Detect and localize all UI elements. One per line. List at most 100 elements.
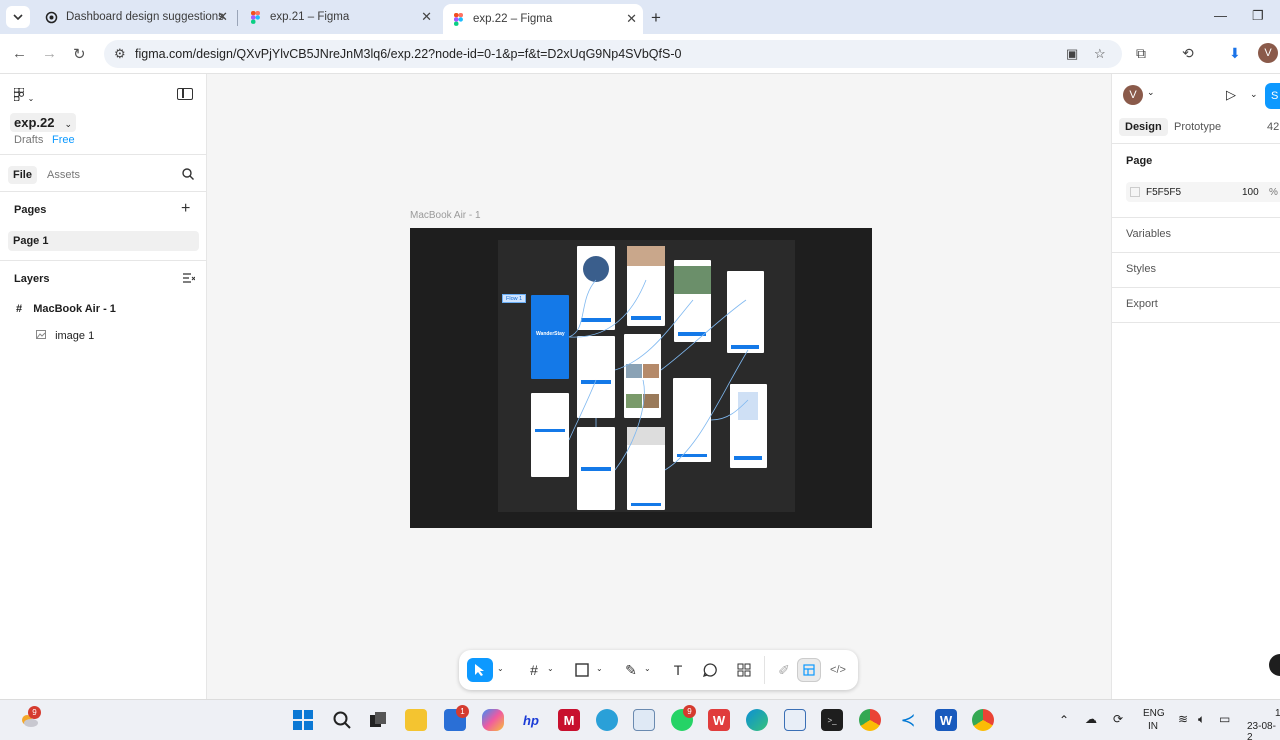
browser-tab[interactable]: Dashboard design suggestions ✕ — [36, 4, 234, 30]
draw-mode-icon[interactable]: ✐ — [771, 658, 797, 682]
snipping-tool-icon[interactable] — [633, 709, 655, 731]
language-indicator[interactable]: ENG — [1143, 708, 1165, 719]
sync-icon[interactable]: ⟳ — [1113, 712, 1123, 726]
design-canvas[interactable]: MacBook Air - 1 WanderStay Flow 1 ⌄ # ⌄ … — [207, 74, 1111, 699]
tab-file[interactable]: File — [8, 166, 37, 184]
zoom-level[interactable]: 42 — [1267, 121, 1279, 133]
dev-mode-icon[interactable]: </> — [825, 658, 851, 682]
terminal-icon[interactable]: >_ — [821, 709, 843, 731]
mcafee-icon[interactable]: M — [558, 709, 580, 731]
figma-main-menu[interactable]: ⌄ — [13, 87, 34, 104]
chevron-down-icon[interactable]: ⌄ — [547, 664, 554, 673]
tab-title: Dashboard design suggestions — [66, 11, 224, 23]
styles-section[interactable]: Styles — [1126, 263, 1156, 275]
download-icon[interactable]: ⬇ — [1229, 45, 1241, 62]
browser-tab-active[interactable]: exp.22 – Figma ✕ — [443, 4, 643, 34]
forward-arrow-icon[interactable]: → — [42, 45, 57, 62]
phone-link-icon[interactable] — [596, 709, 618, 731]
help-button[interactable] — [1269, 654, 1280, 676]
install-app-icon[interactable]: ▣ — [1066, 46, 1078, 62]
chevron-down-icon[interactable]: ⌄ — [1250, 89, 1258, 100]
page-item[interactable]: Page 1 — [8, 231, 199, 251]
region-indicator[interactable]: IN — [1148, 721, 1158, 732]
battery-icon[interactable]: ▭ — [1219, 712, 1230, 726]
flow-starting-point[interactable]: Flow 1 — [502, 294, 527, 303]
clock-time[interactable]: 1 — [1275, 708, 1280, 719]
layer-row-image[interactable]: image 1 — [36, 330, 94, 342]
comment-tool-icon[interactable] — [697, 658, 723, 682]
search-icon[interactable] — [331, 709, 353, 731]
word-icon[interactable]: W — [935, 709, 957, 731]
address-bar: ← → ↻ ⚙ figma.com/design/QXvPjYlvCB5JNre… — [0, 34, 1280, 74]
frame-label[interactable]: MacBook Air - 1 — [410, 210, 481, 221]
layer-list-options-icon[interactable] — [183, 272, 196, 286]
site-info-icon[interactable]: ⚙ — [114, 46, 126, 62]
chrome-icon[interactable] — [859, 709, 881, 731]
tab-design[interactable]: Design — [1119, 118, 1168, 136]
chevron-down-icon[interactable]: ⌄ — [644, 664, 651, 673]
url-text[interactable]: figma.com/design/QXvPjYlvCB5JNreJnM3lq6/… — [135, 47, 681, 61]
restore-icon[interactable]: ❐ — [1252, 8, 1264, 24]
copilot-icon[interactable] — [482, 709, 504, 731]
chevron-up-icon[interactable]: ⌃ — [1059, 713, 1069, 727]
chevron-down-icon[interactable]: ⌄ — [1147, 87, 1155, 98]
tab-search-button[interactable] — [6, 6, 30, 28]
tab-assets[interactable]: Assets — [47, 169, 80, 181]
extensions-icon[interactable]: ⧉ — [1136, 45, 1146, 62]
onedrive-icon[interactable]: ☁ — [1085, 712, 1097, 726]
embedded-image[interactable]: WanderStay — [498, 240, 795, 512]
user-avatar[interactable]: V — [1123, 85, 1143, 105]
variables-section[interactable]: Variables — [1126, 228, 1171, 240]
tab-prototype[interactable]: Prototype — [1174, 121, 1221, 133]
frame-tool-icon[interactable]: # — [521, 658, 547, 682]
windows-start-icon[interactable] — [292, 709, 314, 731]
hp-icon[interactable]: hp — [520, 709, 542, 731]
profile-avatar[interactable]: V — [1258, 43, 1278, 63]
add-page-icon[interactable]: + — [181, 200, 190, 218]
page-opacity[interactable]: 100 — [1242, 187, 1259, 198]
bookmark-star-icon[interactable]: ☆ — [1094, 46, 1106, 62]
rectangle-tool-icon[interactable] — [569, 658, 595, 682]
design-mode-icon[interactable] — [797, 658, 821, 682]
pen-tool-icon[interactable]: ✎ — [618, 658, 644, 682]
history-icon[interactable]: ⟲ — [1182, 45, 1194, 62]
remote-desktop-icon[interactable] — [784, 709, 806, 731]
color-swatch[interactable] — [1130, 187, 1140, 197]
clock-date[interactable]: 23-08-2 — [1247, 721, 1280, 740]
chrome-icon[interactable] — [972, 709, 994, 731]
wifi-icon[interactable]: ≋ — [1178, 712, 1188, 726]
search-icon[interactable] — [182, 168, 194, 183]
page-name: Page 1 — [13, 235, 49, 247]
file-explorer-icon[interactable] — [405, 709, 427, 731]
task-view-icon[interactable] — [367, 709, 389, 731]
chevron-down-icon[interactable]: ⌄ — [497, 664, 504, 673]
url-omnibox[interactable]: ⚙ figma.com/design/QXvPjYlvCB5JNreJnM3lq… — [104, 40, 1122, 68]
new-tab-button[interactable]: + — [651, 8, 661, 28]
share-button[interactable]: S — [1265, 83, 1280, 109]
file-name-button[interactable]: exp.22 ⌄ — [10, 113, 77, 132]
wps-office-icon[interactable]: W — [708, 709, 730, 731]
toggle-sidebar-icon[interactable] — [177, 88, 193, 100]
close-tab-icon[interactable]: ✕ — [421, 9, 432, 25]
browser-tab[interactable]: exp.21 – Figma ✕ — [240, 4, 438, 30]
back-arrow-icon[interactable]: ← — [12, 45, 27, 62]
project-location[interactable]: Drafts — [14, 134, 43, 146]
edge-icon[interactable] — [746, 709, 768, 731]
minimize-icon[interactable]: — — [1214, 8, 1227, 23]
chevron-down-icon[interactable]: ⌄ — [596, 664, 603, 673]
export-section[interactable]: Export — [1126, 298, 1158, 310]
reload-icon[interactable]: ↻ — [73, 45, 86, 63]
page-color-hex[interactable]: F5F5F5 — [1146, 187, 1181, 198]
volume-icon[interactable]: 🔈︎ — [1198, 712, 1205, 727]
page-background-field[interactable]: F5F5F5 100 % — [1126, 182, 1280, 202]
text-tool-icon[interactable]: T — [665, 658, 691, 682]
close-tab-icon[interactable]: ✕ — [626, 11, 637, 27]
move-tool-button[interactable] — [467, 658, 493, 682]
close-tab-icon[interactable]: ✕ — [217, 9, 228, 25]
plan-badge[interactable]: Free — [52, 134, 75, 146]
actions-icon[interactable] — [731, 658, 757, 682]
vscode-icon[interactable]: ≺ — [897, 709, 919, 731]
present-play-icon[interactable]: ▷ — [1226, 87, 1236, 103]
layer-row-frame[interactable]: # MacBook Air - 1 — [16, 303, 116, 315]
macbook-frame[interactable]: WanderStay Flow 1 — [410, 228, 872, 528]
